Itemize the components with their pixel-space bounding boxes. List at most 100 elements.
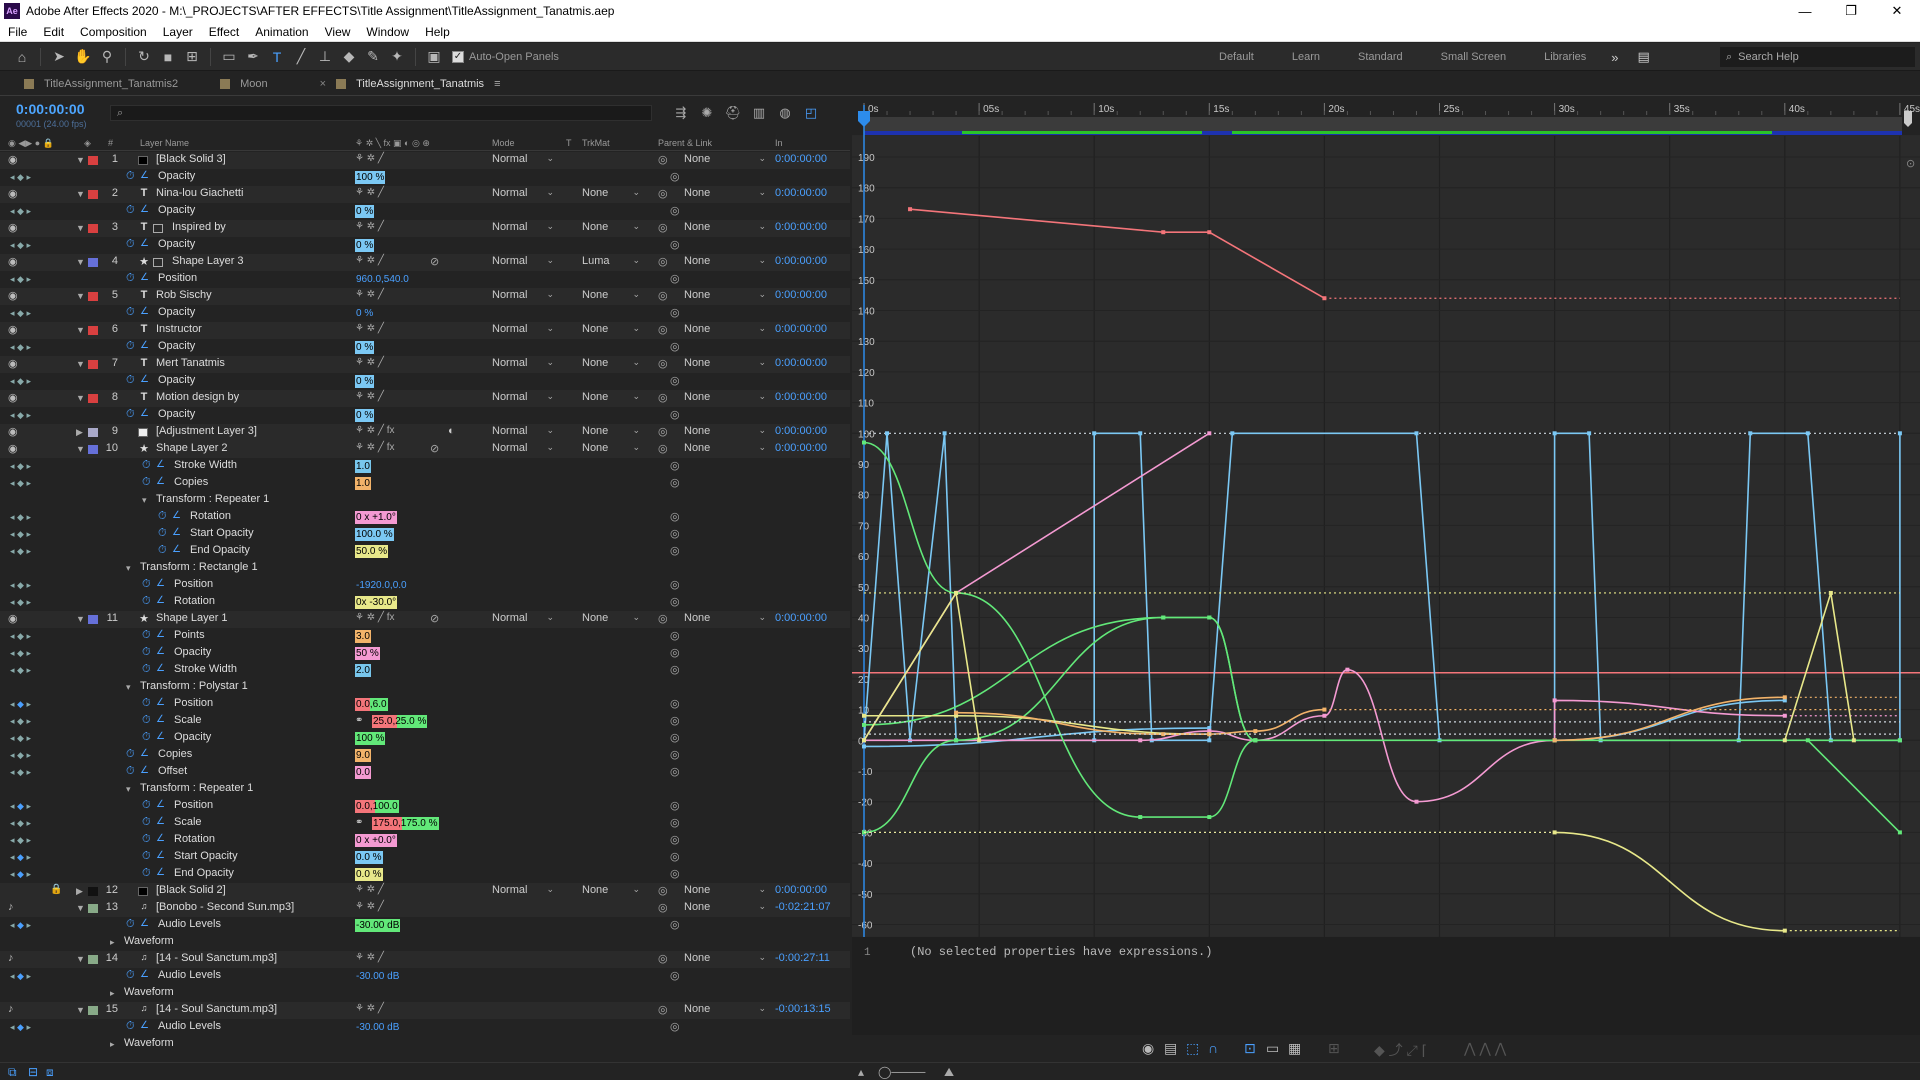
parent-dropdown[interactable]: None ⌄ [684,357,768,369]
pick-whip-icon[interactable]: ◎ [658,255,668,268]
stopwatch-icon[interactable]: ⏱ [142,714,151,727]
constrain-proportions-icon[interactable]: ⚭ [355,715,363,726]
graph-toggle-icon[interactable]: ∠ [140,918,149,929]
layer-switches-icon[interactable]: ⚘ ✲ ╱ fx [355,442,394,453]
property-row[interactable]: ◂ ◆ ▸ ⏱ ∠ Scale ⚭ 175.0,175.0 % ◎ [0,815,850,832]
twirl-open-icon[interactable]: ▼ [76,325,85,335]
visibility-eye-icon[interactable]: ◉ [8,187,18,200]
keyframe-navigator[interactable]: ◂ ◆ ▸ [10,206,31,217]
keyframe-add-icon[interactable]: ◆ [17,733,24,743]
graph-toggle-icon[interactable]: ∠ [140,748,149,759]
property-value[interactable]: 960.0,540.0 [355,273,410,286]
twirl-open-icon[interactable]: ▼ [76,189,85,199]
property-value[interactable]: 1.0 [355,460,371,473]
property-row[interactable]: ◂ ◆ ▸ ⏱ ∠ Position 0.0,6.0 ◎ [0,696,850,713]
graph-toggle-icon[interactable]: ∠ [156,731,165,742]
layer-name[interactable]: Motion design by [156,391,239,403]
menu-animation[interactable]: Animation [247,25,316,39]
property-value[interactable]: 0 x +1.0° [355,511,397,524]
stopwatch-icon[interactable]: ⏱ [126,306,135,319]
keyframe-navigator[interactable]: ◂ ◆ ▸ [10,274,31,285]
property-row[interactable]: ◂ ◆ ▸ ⏱ ∠ Position -1920.0,0.0 ◎ [0,577,850,594]
expression-pick-whip-icon[interactable]: ◎ [670,204,680,217]
property-row[interactable]: ◂ ◆ ▸ ⏱ ∠ Audio Levels -30.00 dB ◎ [0,968,850,985]
property-value[interactable]: 0x -30.0° [355,596,398,609]
keyframe-navigator[interactable]: ◂ ◆ ▸ [10,376,31,387]
track-matte-dropdown[interactable]: None ⌄ [582,391,642,403]
roto-brush-tool-icon[interactable]: ✎ [361,46,385,68]
layer-name[interactable]: Shape Layer 2 [156,442,228,454]
layer-row[interactable]: 🔒 ▶ 12 [Black Solid 2] ⚘ ✲ ╱ Normal ⌄ None ⌄ ◎ Non… [0,883,850,900]
expression-pick-whip-icon[interactable]: ◎ [670,408,680,421]
expression-pick-whip-icon[interactable]: ◎ [670,918,680,931]
visibility-eye-icon[interactable]: ◉ [8,323,18,336]
parent-dropdown[interactable]: None ⌄ [684,255,768,267]
layer-switches-icon[interactable]: ⚘ ✲ ╱ [355,255,384,266]
stopwatch-icon[interactable]: ⏱ [142,816,151,829]
layer-in-point[interactable]: 0:00:00:00 [775,255,827,267]
property-value[interactable]: -30.00 dB [355,919,401,932]
keyframe-add-icon[interactable]: ◆ [17,665,24,675]
graph-toggle-icon[interactable]: ∠ [156,578,165,589]
pick-whip-icon[interactable]: ◎ [658,289,668,302]
expression-pick-whip-icon[interactable]: ◎ [670,816,680,829]
layer-in-point[interactable]: 0:00:00:00 [775,612,827,624]
twirl-open-icon[interactable]: ▼ [76,393,85,403]
keyframe-navigator[interactable]: ◂ ◆ ▸ [10,461,31,472]
expression-pick-whip-icon[interactable]: ◎ [670,306,680,319]
lock-icon[interactable]: 🔒 [50,884,62,895]
property-value[interactable]: 0 x +0.0° [355,834,397,847]
track-matte-dropdown[interactable]: None ⌄ [582,425,642,437]
pick-whip-icon[interactable]: ◎ [658,357,668,370]
label-color-swatch[interactable] [88,887,98,896]
expression-pick-whip-icon[interactable]: ◎ [670,850,680,863]
keyframe-add-icon[interactable]: ◆ [17,461,24,471]
graph-toggle-icon[interactable]: ∠ [156,646,165,657]
layer-row[interactable]: ◉ ▼ 2 T Nina-lou Giachetti ⚘ ✲ ╱ Normal ⌄ None ⌄ ◎… [0,186,850,203]
keyframe-add-icon[interactable]: ◆ [17,767,24,777]
keyframe-navigator[interactable]: ◂ ◆ ▸ [10,1022,31,1033]
property-group-row[interactable]: ▾ Transform : Polystar 1 [0,679,850,696]
layer-in-point[interactable]: 0:00:00:00 [775,442,827,454]
label-color-swatch[interactable] [88,394,98,403]
stopwatch-icon[interactable]: ⏱ [126,272,135,285]
property-value[interactable]: 0 % [355,205,375,218]
keyframe-add-icon[interactable]: ◆ [17,529,24,539]
layer-row[interactable]: ◉ ▼ 3 T Inspired by ⚘ ✲ ╱ Normal ⌄ None ⌄ ◎ None ⌄ 0:… [0,220,850,237]
twirl-open-icon[interactable]: ▼ [76,359,85,369]
graph-toggle-icon[interactable]: ∠ [172,544,181,555]
label-color-swatch[interactable] [88,326,98,335]
layer-switches-icon[interactable]: ⚘ ✲ ╱ [355,187,384,198]
keyframe-add-icon[interactable]: ◆ [17,971,24,981]
blend-mode-dropdown[interactable]: Normal ⌄ [492,153,556,165]
property-group-row[interactable]: ▸ Waveform [0,1036,850,1053]
blend-mode-dropdown[interactable]: Normal ⌄ [492,221,556,233]
fit-all-icon[interactable]: ▭ [1266,1040,1279,1057]
keyframe-navigator[interactable]: ◂ ◆ ▸ [10,529,31,540]
keyframe-navigator[interactable]: ◂ ◆ ▸ [10,920,31,931]
keyframe-add-icon[interactable]: ◆ [17,274,24,284]
draft-3d-icon[interactable]: ✺ [694,105,720,121]
property-row[interactable]: ◂ ◆ ▸ ⏱ ∠ Position 0.0,100.0 ◎ [0,798,850,815]
property-row[interactable]: ◂ ◆ ▸ ⏱ ∠ Copies 1.0 ◎ [0,475,850,492]
menu-window[interactable]: Window [358,25,417,39]
property-row[interactable]: ◂ ◆ ▸ ⏱ ∠ Points 3.0 ◎ [0,628,850,645]
menu-effect[interactable]: Effect [201,25,247,39]
twirl-open-icon[interactable]: ▼ [76,614,85,624]
expression-pick-whip-icon[interactable]: ◎ [670,663,680,676]
graph-toggle-icon[interactable]: ∠ [140,204,149,215]
layer-name[interactable]: Rob Sischy [156,289,212,301]
more-workspaces-icon[interactable]: » [1611,50,1618,65]
property-value[interactable]: 0 % [355,375,375,388]
label-color-swatch[interactable] [88,955,98,964]
label-color-swatch[interactable] [88,615,98,624]
twirl-open-icon[interactable]: ▸ [110,937,115,948]
layer-in-point[interactable]: 0:00:00:00 [775,884,827,896]
render-time-icon[interactable]: ⊟ [28,1065,38,1079]
property-value[interactable]: -1920.0,0.0 [355,579,408,592]
parent-dropdown[interactable]: None ⌄ [684,425,768,437]
keyframe-navigator[interactable]: ◂ ◆ ▸ [10,971,31,982]
keyframe-add-icon[interactable]: ◆ [17,920,24,930]
stopwatch-icon[interactable]: ⏱ [142,578,151,591]
label-color-swatch[interactable] [88,190,98,199]
